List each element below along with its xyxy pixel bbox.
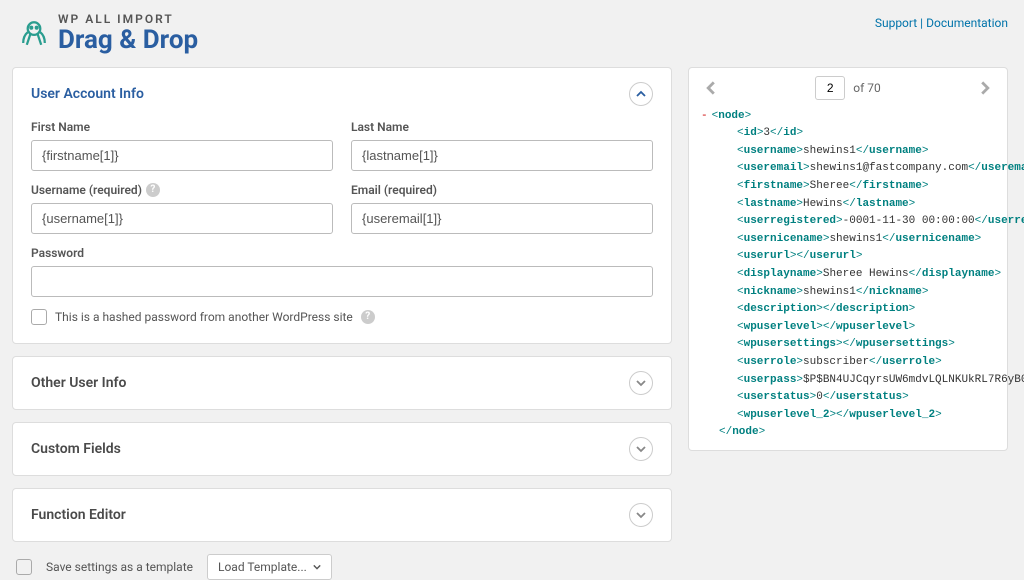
first-name-label: First Name xyxy=(31,120,333,134)
username-label: Username (required)? xyxy=(31,183,333,197)
panel-title: User Account Info xyxy=(31,86,144,102)
password-input[interactable] xyxy=(31,266,653,297)
load-template-select[interactable]: Load Template... xyxy=(207,554,332,580)
header-title: Drag & Drop xyxy=(58,26,198,55)
documentation-link[interactable]: Documentation xyxy=(926,16,1008,30)
email-label: Email (required) xyxy=(351,183,653,197)
password-label: Password xyxy=(31,246,653,260)
of-total-label: of 70 xyxy=(853,81,880,95)
username-input[interactable] xyxy=(31,203,333,234)
panel-title: Function Editor xyxy=(31,507,126,523)
panel-custom-fields[interactable]: Custom Fields xyxy=(12,422,672,476)
save-template-label: Save settings as a template xyxy=(46,560,193,574)
hashed-password-label: This is a hashed password from another W… xyxy=(55,310,353,324)
record-number-input[interactable] xyxy=(815,76,845,100)
help-icon[interactable]: ? xyxy=(146,183,160,197)
panel-user-account-info: User Account Info First Name Last Name xyxy=(12,67,672,344)
panel-function-editor[interactable]: Function Editor xyxy=(12,488,672,542)
collapse-button[interactable] xyxy=(629,82,653,106)
email-input[interactable] xyxy=(351,203,653,234)
expand-button[interactable] xyxy=(629,437,653,461)
save-template-checkbox[interactable] xyxy=(16,559,32,575)
xml-tree: -<node><id>3</id><username>shewins1</use… xyxy=(701,108,995,442)
next-record-button[interactable] xyxy=(975,78,995,98)
xml-preview-panel: of 70 -<node><id>3</id><username>shewins… xyxy=(688,67,1008,451)
logo-icon xyxy=(16,16,52,52)
support-link[interactable]: Support xyxy=(875,16,917,30)
first-name-input[interactable] xyxy=(31,140,333,171)
prev-record-button[interactable] xyxy=(701,78,721,98)
panel-title: Other User Info xyxy=(31,375,126,391)
hashed-password-checkbox[interactable] xyxy=(31,309,47,325)
panel-title: Custom Fields xyxy=(31,441,121,457)
help-icon[interactable]: ? xyxy=(361,310,375,324)
expand-button[interactable] xyxy=(629,503,653,527)
header-subtitle: WP ALL IMPORT xyxy=(58,12,198,26)
panel-other-user-info[interactable]: Other User Info xyxy=(12,356,672,410)
expand-button[interactable] xyxy=(629,371,653,395)
last-name-label: Last Name xyxy=(351,120,653,134)
last-name-input[interactable] xyxy=(351,140,653,171)
